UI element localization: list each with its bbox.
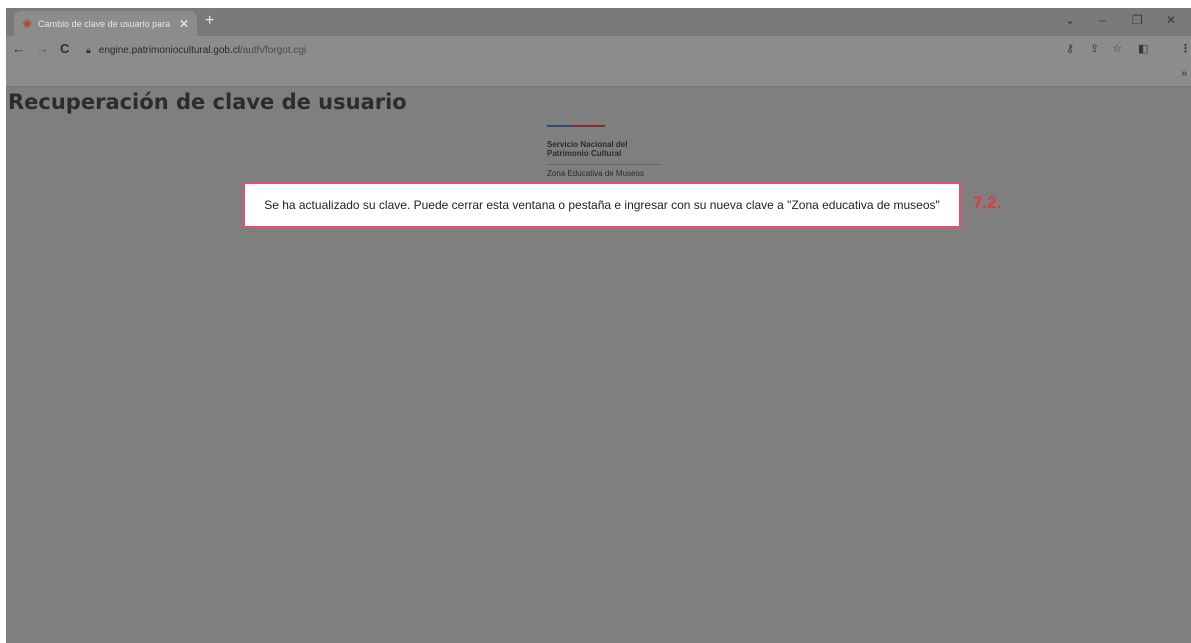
new-tab-button[interactable]: + xyxy=(205,12,214,30)
minimize-icon[interactable]: – xyxy=(1099,13,1106,27)
page-title: Recuperación de clave de usuario xyxy=(8,90,407,114)
tab-search-icon[interactable]: ⌄ xyxy=(1065,13,1075,27)
key-icon[interactable]: ⚷ xyxy=(1066,42,1074,55)
step-annotation: 7.2. xyxy=(973,193,1002,212)
success-message-text: Se ha actualizado su clave. Puede cerrar… xyxy=(264,198,940,212)
success-message: Se ha actualizado su clave. Puede cerrar… xyxy=(243,182,961,228)
favicon-icon: ✺ xyxy=(22,16,33,31)
close-window-icon[interactable]: ✕ xyxy=(1166,13,1176,27)
logo-divider xyxy=(547,164,662,165)
restore-icon[interactable]: ❐ xyxy=(1132,13,1143,27)
url-path: /auth/forgot.cgi xyxy=(240,44,307,56)
share-icon[interactable]: ⇪ xyxy=(1090,42,1099,55)
logo-subtitle: Zona Educativa de Museos xyxy=(547,169,644,178)
bookmarks-bar xyxy=(6,64,1191,87)
back-arrow-icon[interactable]: ← xyxy=(12,41,25,56)
tab-title: Cambio de clave de usuario para xyxy=(38,18,171,29)
tab-close-icon[interactable]: ✕ xyxy=(179,17,189,31)
sidebar-icon[interactable]: ◧ xyxy=(1138,42,1148,55)
reload-icon[interactable]: C xyxy=(60,41,69,56)
menu-icon[interactable]: ⋮ xyxy=(1180,42,1191,55)
forward-arrow-icon[interactable]: → xyxy=(36,41,49,56)
browser-window: ✺ Cambio de clave de usuario para ✕ + ⌄ … xyxy=(6,8,1191,643)
star-icon[interactable]: ☆ xyxy=(1112,42,1122,55)
url-host: engine.patrimoniocultural.gob.cl xyxy=(98,44,240,56)
address-bar[interactable]: 🔒︎ engine.patrimoniocultural.gob.cl/auth… xyxy=(86,40,1056,60)
bookmarks-overflow-icon[interactable]: » xyxy=(1181,68,1187,79)
lock-icon: 🔒︎ xyxy=(86,44,91,55)
tab-active[interactable]: ✺ Cambio de clave de usuario para ✕ xyxy=(14,11,197,36)
logo: Servicio Nacional del Patrimonio Cultura… xyxy=(547,125,667,185)
logo-stripe-blue xyxy=(547,125,573,127)
logo-org-name: Servicio Nacional del Patrimonio Cultura… xyxy=(547,140,628,158)
logo-stripe-red xyxy=(573,125,605,127)
